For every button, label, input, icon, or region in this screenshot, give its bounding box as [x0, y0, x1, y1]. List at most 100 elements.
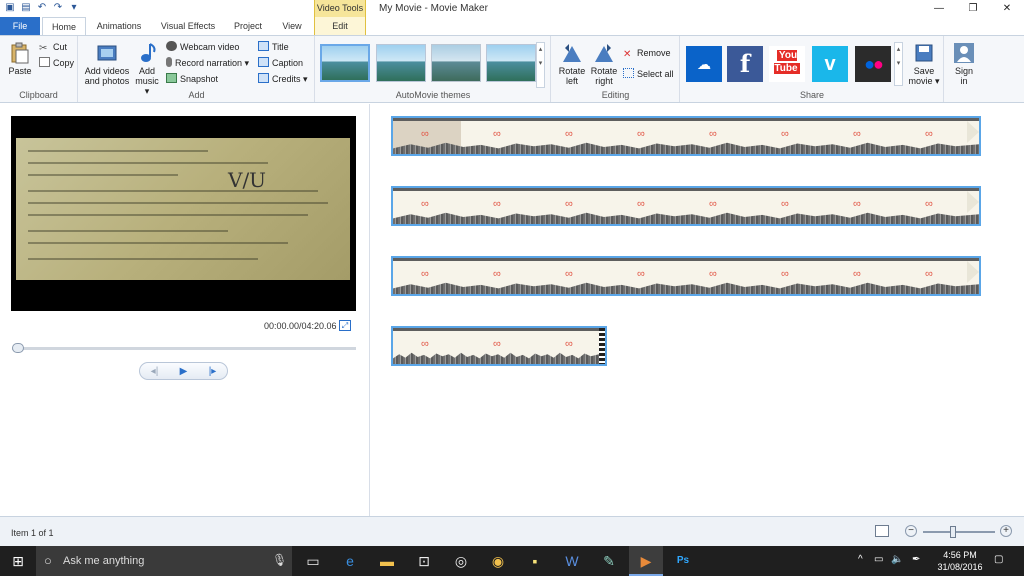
action-center-icon[interactable]: ▢ [994, 554, 1003, 565]
video-preview[interactable]: V/U [11, 116, 356, 311]
next-frame-icon[interactable]: |▸ [209, 366, 217, 377]
vimeo-icon[interactable]: v [812, 46, 848, 82]
notepad-icon[interactable]: ✎ [592, 546, 626, 576]
status-bar: Item 1 of 1 − + [0, 516, 1024, 546]
zoom-out-button[interactable]: − [905, 525, 917, 537]
battery-icon[interactable]: ▭ [874, 554, 883, 565]
remove-label: Remove [637, 48, 671, 58]
share-scroll[interactable]: ▴ ▾ [894, 42, 903, 86]
theme-cinematic[interactable] [431, 44, 481, 82]
clip-frame-icon: ∞ [781, 198, 789, 210]
save-movie-button[interactable]: Save movie ▾ [908, 42, 940, 86]
add-videos-button[interactable]: Add videos and photos [83, 42, 131, 86]
theme-contemporary[interactable] [376, 44, 426, 82]
tab-home[interactable]: Home [42, 17, 86, 35]
customize-qat-icon[interactable]: ▾ [68, 2, 80, 14]
file-explorer-icon[interactable]: ▬ [370, 546, 404, 576]
sign-in-button[interactable]: Sign in [950, 42, 978, 86]
cert-line [28, 230, 228, 232]
chrome-icon[interactable]: ◉ [481, 546, 515, 576]
clip-row-1[interactable]: ∞ ∞ ∞ ∞ ∞ ∞ ∞ ∞ [391, 116, 981, 156]
microphone-icon[interactable]: 🎙 [272, 553, 287, 567]
remove-button[interactable]: ✕ Remove [623, 47, 671, 60]
select-all-button[interactable]: Select all [623, 68, 674, 80]
paste-icon [11, 42, 29, 64]
credits-button[interactable]: Credits ▾ [258, 73, 308, 85]
rotate-left-label-1: Rotate [558, 66, 586, 76]
copy-icon [39, 57, 50, 67]
clip-row-4[interactable]: ∞ ∞ ∞ [391, 326, 607, 366]
cut-button[interactable]: ✂ Cut [39, 41, 67, 54]
cortana-search-box[interactable]: ○ Ask me anything 🎙 [36, 546, 292, 576]
cert-line [28, 258, 258, 260]
seek-bar[interactable] [12, 347, 356, 350]
clip-frame-icon: ∞ [493, 198, 501, 210]
play-icon[interactable]: ▶ [180, 366, 188, 377]
caption-button[interactable]: Caption [258, 57, 303, 69]
tab-visual-effects[interactable]: Visual Effects [153, 17, 223, 35]
tab-animations[interactable]: Animations [88, 17, 150, 35]
continue-arrow [967, 121, 979, 143]
volume-icon[interactable]: 🔈 [891, 554, 903, 565]
add-music-button[interactable]: Add music ▾ [133, 42, 161, 96]
zoom-in-button[interactable]: + [1000, 525, 1012, 537]
rotate-left-button[interactable]: Rotate left [557, 42, 587, 86]
previous-frame-icon[interactable]: ◂| [151, 366, 159, 377]
tab-view[interactable]: View [273, 17, 311, 35]
save-movie-label-1: Save [913, 66, 935, 76]
groove-icon[interactable]: ◎ [444, 546, 478, 576]
snapshot-button[interactable]: Snapshot [166, 73, 218, 85]
facebook-icon[interactable]: f [727, 46, 763, 82]
cert-line [28, 214, 308, 216]
tab-project[interactable]: Project [226, 17, 270, 35]
record-narration-button[interactable]: Record narration ▾ [166, 57, 249, 69]
add-videos-label-1: Add videos [84, 66, 130, 76]
clip-frame-icon: ∞ [637, 198, 645, 210]
redo-icon[interactable]: ↷ [52, 2, 64, 14]
webcam-video-button[interactable]: Webcam video [166, 41, 239, 53]
copy-label: Copy [53, 58, 75, 68]
edge-icon[interactable]: e [333, 546, 367, 576]
clip-frame-icon: ∞ [853, 198, 861, 210]
clip-frame-icon: ∞ [565, 198, 573, 210]
close-button[interactable]: ✕ [990, 0, 1024, 17]
user-icon [954, 43, 974, 63]
rotate-right-button[interactable]: Rotate right [589, 42, 619, 86]
copy-button[interactable]: Copy [39, 57, 74, 69]
clock-date: 31/08/2016 [937, 562, 983, 572]
title-button[interactable]: Title [258, 41, 289, 53]
tab-file[interactable]: File [0, 17, 40, 35]
zoom-slider[interactable] [923, 531, 995, 533]
clip-frame-icon: ∞ [421, 198, 429, 210]
clock[interactable]: 4:56 PM 31/08/2016 [934, 549, 986, 573]
fullscreen-icon[interactable]: ⤢ [339, 320, 351, 331]
paste-button[interactable]: Paste [6, 42, 34, 76]
clip-row-2[interactable]: ∞ ∞ ∞ ∞ ∞ ∞ ∞ ∞ [391, 186, 981, 226]
youtube-icon[interactable]: You Tube [769, 46, 805, 82]
zoom-thumb[interactable] [950, 526, 956, 538]
themes-scroll[interactable]: ▴ ▾ [536, 42, 545, 88]
show-hidden-icons[interactable]: ^ [858, 554, 863, 565]
sticky-notes-icon[interactable]: ▪ [518, 546, 552, 576]
movie-maker-icon[interactable]: ▶ [629, 546, 663, 576]
tab-edit[interactable]: Edit [314, 17, 366, 35]
windows-start-icon[interactable]: ⊞ [0, 546, 36, 576]
store-icon[interactable]: ⊡ [407, 546, 441, 576]
seek-thumb[interactable] [12, 343, 24, 353]
word-icon[interactable]: W [555, 546, 589, 576]
movie-maker-app-icon: ▣ [5, 2, 15, 13]
onedrive-icon[interactable]: ☁ [686, 46, 722, 82]
theme-fade[interactable] [486, 44, 536, 82]
clip-row-3[interactable]: ∞ ∞ ∞ ∞ ∞ ∞ ∞ ∞ [391, 256, 981, 296]
theme-default[interactable] [320, 44, 370, 82]
clip-frame-icon: ∞ [493, 338, 501, 350]
restore-button[interactable]: ❐ [956, 0, 990, 17]
photoshop-icon[interactable]: Ps [666, 546, 700, 576]
undo-icon[interactable]: ↶ [36, 2, 48, 14]
task-view-icon[interactable]: ▭ [296, 546, 330, 576]
minimize-button[interactable]: — [922, 0, 956, 17]
save-icon[interactable]: ▤ [20, 2, 32, 14]
flickr-icon[interactable]: ●● [855, 46, 891, 82]
storyboard-view-icon[interactable] [875, 525, 889, 537]
pen-icon[interactable]: ✒ [912, 554, 920, 565]
